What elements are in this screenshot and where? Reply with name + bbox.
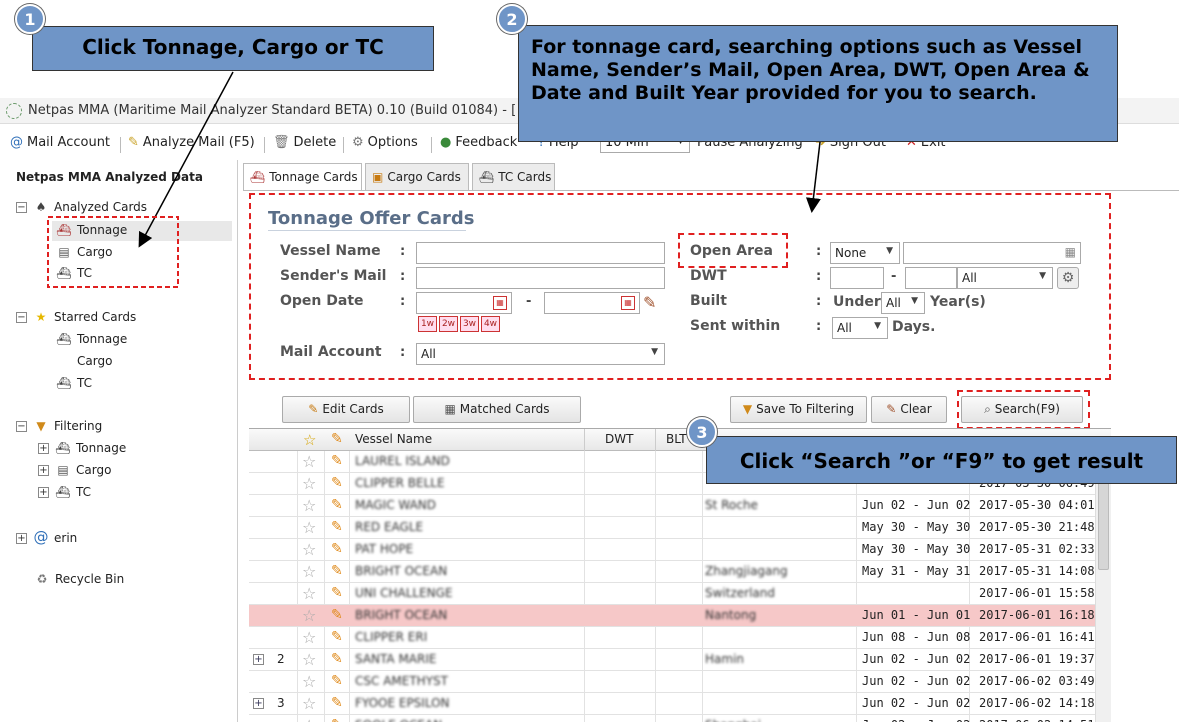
callout-1: Click Tonnage, Cargo or TC [32,26,434,71]
step-badge-2: 2 [497,4,527,34]
step-badge-3: 3 [687,417,717,447]
sidebar-highlight [47,216,179,288]
callout-3: Click “Search ”or “F9” to get result [706,436,1177,484]
arrow-2 [805,141,821,213]
callout-2: For tonnage card, searching options such… [518,25,1118,142]
step-badge-1: 1 [15,4,45,34]
arrow-1 [138,71,234,248]
